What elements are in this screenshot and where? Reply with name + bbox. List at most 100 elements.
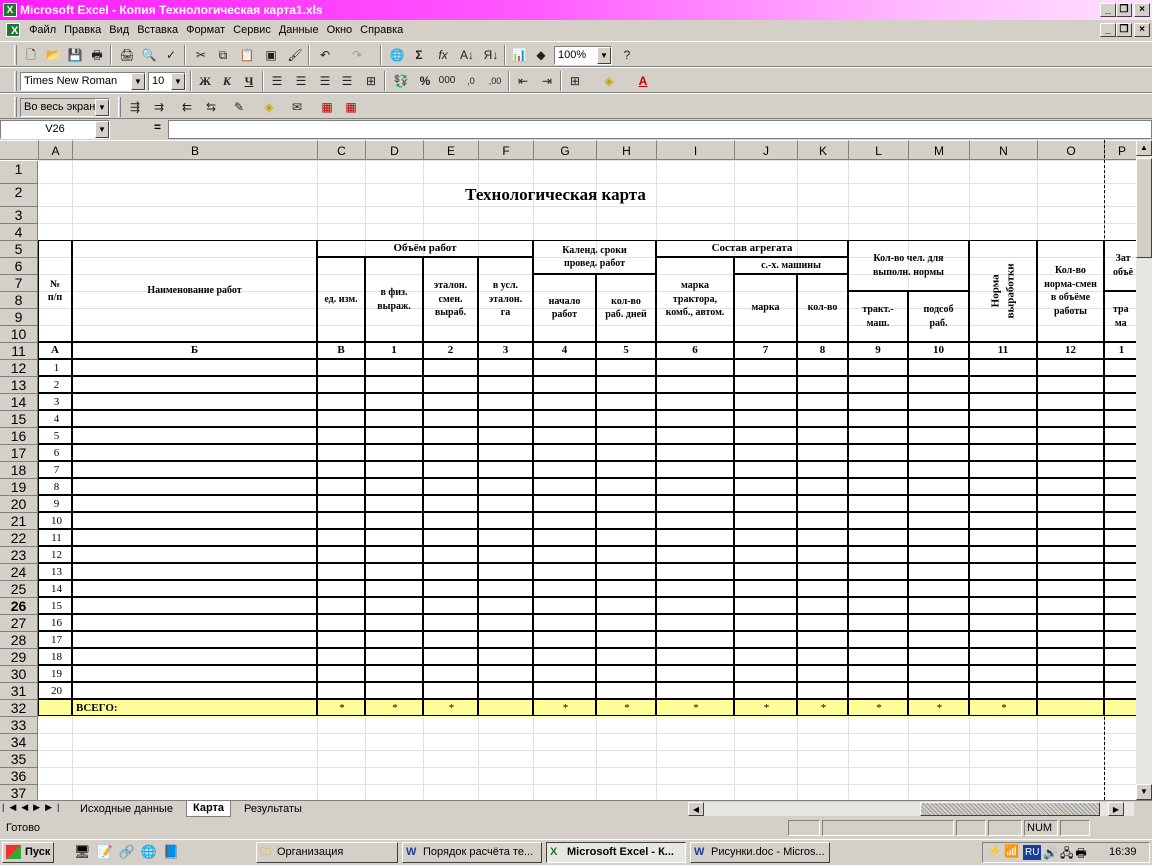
chevron-down-icon[interactable]: ▼	[95, 121, 109, 138]
row-header-32[interactable]: 32	[0, 700, 38, 717]
document-icon[interactable]: X	[6, 23, 20, 38]
col-header-H[interactable]: H	[597, 140, 657, 160]
redo-icon[interactable]: ↷	[346, 45, 368, 65]
paste-icon[interactable]: 📋	[236, 45, 258, 65]
col-header-L[interactable]: L	[849, 140, 909, 160]
row-header-23[interactable]: 23	[0, 547, 38, 564]
col-header-O[interactable]: O	[1038, 140, 1105, 160]
row-header-13[interactable]: 13	[0, 377, 38, 394]
thousands-icon[interactable]: 000	[436, 71, 458, 91]
increase-decimal-icon[interactable]: ,0	[460, 71, 482, 91]
row-header-33[interactable]: 33	[0, 717, 38, 734]
col-header-I[interactable]: I	[657, 140, 735, 160]
row-header-1[interactable]: 1	[0, 161, 38, 184]
quick-launch-icons[interactable]: 🖥📝🔗🌐📘	[74, 844, 185, 860]
row-header-35[interactable]: 35	[0, 751, 38, 768]
col-header-K[interactable]: K	[798, 140, 849, 160]
close-button[interactable]: ×	[1134, 3, 1150, 17]
row-header-28[interactable]: 28	[0, 632, 38, 649]
scroll-thumb[interactable]	[1136, 158, 1152, 258]
trace-precedents-icon[interactable]: ⇶	[124, 97, 146, 117]
language-indicator[interactable]: RU	[1023, 845, 1042, 860]
menu-5[interactable]: Сервис	[229, 20, 275, 40]
row-header-26[interactable]: 26	[0, 598, 38, 615]
row-header-5[interactable]: 5	[0, 241, 38, 258]
col-header-A[interactable]: A	[39, 140, 73, 160]
scroll-down-icon[interactable]: ▼	[1136, 784, 1152, 800]
remove-dependents-icon[interactable]: ⇆	[200, 97, 222, 117]
h-scroll-thumb[interactable]	[920, 802, 1100, 816]
col-header-M[interactable]: M	[909, 140, 970, 160]
chevron-down-icon[interactable]: ▼	[95, 99, 109, 116]
row-header-16[interactable]: 16	[0, 428, 38, 445]
percent-icon[interactable]: %	[414, 71, 436, 91]
row-header-11[interactable]: 11	[0, 343, 38, 360]
row-header-21[interactable]: 21	[0, 513, 38, 530]
bold-icon[interactable]: Ж	[194, 71, 216, 91]
task-word-pictures[interactable]: W Рисунки.doc - Micros...	[690, 842, 830, 863]
select-all-corner[interactable]	[0, 140, 39, 160]
increase-indent-icon[interactable]: ⇥	[536, 71, 558, 91]
preview-icon[interactable]: 🔍	[138, 45, 160, 65]
row-header-25[interactable]: 25	[0, 581, 38, 598]
tray-icons-2[interactable]: 🔊🖧🖶	[1043, 844, 1089, 865]
row-header-6[interactable]: 6	[0, 258, 38, 275]
align-left-icon[interactable]: ☰	[266, 71, 288, 91]
map-icon[interactable]: ◆	[530, 45, 552, 65]
cut-icon[interactable]: ✂	[190, 45, 212, 65]
menu-3[interactable]: Вставка	[133, 20, 182, 40]
font-select[interactable]: Times New Roman ▼	[20, 72, 146, 91]
row-header-4[interactable]: 4	[0, 224, 38, 241]
row-header-8[interactable]: 8	[0, 292, 38, 309]
row-header-7[interactable]: 7	[0, 275, 38, 292]
row-header-30[interactable]: 30	[0, 666, 38, 683]
col-header-N[interactable]: N	[970, 140, 1038, 160]
doc-close-button[interactable]: ×	[1134, 23, 1150, 37]
align-right-icon[interactable]: ☰	[314, 71, 336, 91]
vertical-scrollbar[interactable]: ▲ ▼	[1136, 140, 1152, 800]
remove-arrows-icon[interactable]: ⇉	[148, 97, 170, 117]
justify-icon[interactable]: ☰	[336, 71, 358, 91]
chevron-down-icon[interactable]: ▼	[597, 47, 611, 64]
col-header-B[interactable]: B	[73, 140, 318, 160]
menu-2[interactable]: Вид	[105, 20, 133, 40]
sort-asc-icon[interactable]: A↓	[456, 45, 478, 65]
maximize-button[interactable]: ❐	[1116, 3, 1132, 17]
paste-special-icon[interactable]: ▣	[260, 45, 282, 65]
merge-center-icon[interactable]: ⊞	[360, 71, 382, 91]
print-icon[interactable]: 🖨	[116, 45, 138, 65]
row-header-19[interactable]: 19	[0, 479, 38, 496]
chevron-down-icon[interactable]: ▼	[131, 73, 145, 90]
doc-restore-button[interactable]: ❐	[1116, 23, 1132, 37]
menu-1[interactable]: Правка	[60, 20, 105, 40]
menu-7[interactable]: Окно	[323, 20, 357, 40]
autosum-icon[interactable]: Σ	[408, 45, 430, 65]
spreadsheet-grid[interactable]: A B C D E F G H I J K L M N O P 1 2 3 4 5 6 7 8 9 10 11 12 13 14 15 16 1…	[0, 140, 1136, 800]
borders-icon[interactable]: ⊞	[564, 71, 586, 91]
decrease-decimal-icon[interactable]: ,00	[484, 71, 506, 91]
start-button[interactable]: Пуск	[2, 842, 54, 863]
row-header-17[interactable]: 17	[0, 445, 38, 462]
row-header-37[interactable]: 37	[0, 785, 38, 800]
scroll-right-icon[interactable]: ▶	[1108, 802, 1124, 816]
row-header-2[interactable]: 2	[0, 184, 38, 207]
row-header-10[interactable]: 10	[0, 326, 38, 343]
help-icon[interactable]: ?	[616, 45, 638, 65]
row-header-36[interactable]: 36	[0, 768, 38, 785]
row-header-3[interactable]: 3	[0, 207, 38, 224]
name-box[interactable]: V26 ▼	[0, 120, 110, 139]
tab-results[interactable]: Результаты	[236, 802, 310, 816]
menu-8[interactable]: Справка	[356, 20, 407, 40]
tray-icons[interactable]: ⚡📶	[987, 844, 1021, 858]
clear-circles-icon[interactable]: ▦	[340, 97, 362, 117]
horizontal-scrollbar[interactable]: ◀ ▶	[688, 802, 1134, 816]
row-header-20[interactable]: 20	[0, 496, 38, 513]
circle-invalid-icon[interactable]: ▦	[316, 97, 338, 117]
row-header-9[interactable]: 9	[0, 309, 38, 326]
minimize-button[interactable]: _	[1100, 3, 1116, 17]
menu-0[interactable]: Файл	[25, 20, 60, 40]
row-header-15[interactable]: 15	[0, 411, 38, 428]
function-icon[interactable]: fx	[432, 45, 454, 65]
doc-minimize-button[interactable]: _	[1100, 23, 1116, 37]
chart-icon[interactable]: 📊	[508, 45, 530, 65]
